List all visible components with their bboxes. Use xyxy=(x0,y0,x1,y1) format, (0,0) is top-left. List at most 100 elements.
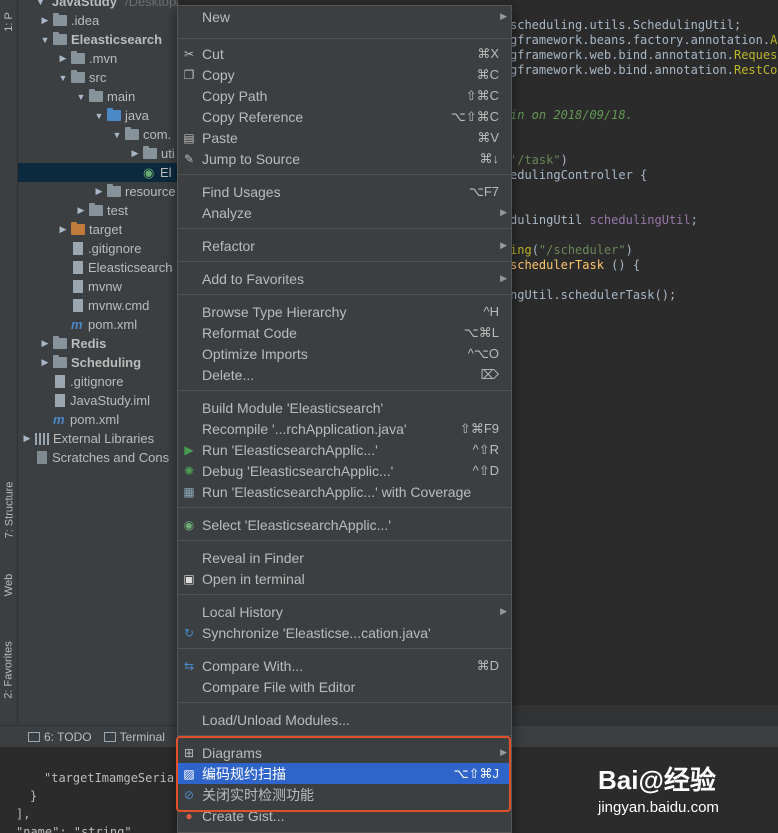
tree-row[interactable]: ▶ uti xyxy=(18,144,178,163)
tree-row[interactable]: ▼ com. xyxy=(18,125,178,144)
menu-item[interactable]: ▦ Run 'EleasticsearchApplic...' with Cove… xyxy=(178,481,511,502)
tree-row[interactable]: m pom.xml xyxy=(18,410,178,429)
tab-todo[interactable]: 6: TODO xyxy=(28,730,92,744)
tree-row[interactable]: ▼ java xyxy=(18,106,178,125)
collapse-arrow-icon[interactable]: ▼ xyxy=(36,0,45,7)
menu-item-shortcut: ⇧⌘F9 xyxy=(459,420,499,436)
expand-arrow-icon[interactable]: ▶ xyxy=(40,338,50,349)
tab-terminal[interactable]: Terminal xyxy=(103,730,165,744)
menu-item[interactable]: Copy Reference ⌥⇧⌘C xyxy=(178,106,511,127)
collapse-arrow-icon[interactable]: ▼ xyxy=(94,111,104,121)
tree-root-path: /Desktop/JavaStudy xyxy=(124,0,178,9)
collapse-arrow-icon[interactable]: ▼ xyxy=(112,130,122,140)
file-icon xyxy=(73,299,83,312)
tree-row[interactable]: mvnw xyxy=(18,277,178,296)
menu-item-label: Open in terminal xyxy=(202,570,305,587)
menu-item[interactable]: Browse Type Hierarchy ^H xyxy=(178,301,511,322)
expand-arrow-icon[interactable]: ▶ xyxy=(22,433,32,444)
tree-row[interactable]: ▶ target xyxy=(18,220,178,239)
expand-arrow-icon[interactable]: ▶ xyxy=(130,148,140,159)
tree-row[interactable]: ▶ External Libraries xyxy=(18,429,178,448)
menu-item-label: New xyxy=(202,8,231,25)
tree-row[interactable]: ▶ Scheduling xyxy=(18,353,178,372)
tree-row[interactable]: Scratches and Cons xyxy=(18,448,178,467)
menu-item[interactable]: Build Module 'Eleasticsearch' xyxy=(178,397,511,418)
tab-favorites[interactable]: 2: Favorites xyxy=(0,625,18,715)
menu-item[interactable]: ▶ Run 'EleasticsearchApplic...' ^⇧R xyxy=(178,439,511,460)
tree-row[interactable]: ▼ Eleasticsearch xyxy=(18,30,178,49)
tree-row[interactable]: ▶ test xyxy=(18,201,178,220)
tree-row[interactable]: ▶ Redis xyxy=(18,334,178,353)
menu-item[interactable]: ▨ 编码规约扫描 ⌥⇧⌘J xyxy=(178,763,511,784)
tree-row[interactable]: Eleasticsearch xyxy=(18,258,178,277)
tree-row[interactable]: m pom.xml xyxy=(18,315,178,334)
menu-item-shortcut: ⌥⇧⌘C xyxy=(450,108,499,124)
menu-item[interactable]: Recompile '...rchApplication.java' ⇧⌘F9 xyxy=(178,418,511,439)
menu-item-label: Synchronize 'Eleasticse...cation.java' xyxy=(202,624,431,641)
menu-item[interactable]: ↻ Synchronize 'Eleasticse...cation.java' xyxy=(178,622,511,643)
menu-separator xyxy=(178,594,511,595)
tree-row[interactable]: ▼ main xyxy=(18,87,178,106)
menu-item[interactable]: Refactor ▶ xyxy=(178,235,511,256)
tree-row-label: pom.xml xyxy=(70,412,120,427)
menu-item[interactable]: Reformat Code ⌥⌘L xyxy=(178,322,511,343)
baidu-watermark: Bai@经验 jingyan.baidu.com xyxy=(598,760,768,820)
tree-row[interactable]: ▶ .mvn xyxy=(18,49,178,68)
expand-arrow-icon[interactable]: ▶ xyxy=(40,357,50,368)
menu-item-label: Jump to Source xyxy=(202,150,301,167)
expand-arrow-icon[interactable]: ▶ xyxy=(58,224,68,235)
menu-item[interactable]: Delete... ⌦ xyxy=(178,364,511,385)
menu-item-shortcut: ^⌥O xyxy=(467,345,499,361)
menu-item[interactable]: ⊘ 关闭实时检测功能 xyxy=(178,784,511,805)
menu-item[interactable]: ● Create Gist... xyxy=(178,805,511,826)
tree-row[interactable]: ▼ src xyxy=(18,68,178,87)
collapse-arrow-icon[interactable]: ▼ xyxy=(58,73,68,83)
menu-item[interactable]: Find Usages ⌥F7 xyxy=(178,181,511,202)
menu-item-label: Refactor xyxy=(202,237,255,254)
tab-project[interactable]: 1: P xyxy=(0,2,18,42)
menu-item[interactable]: ✎ Jump to Source ⌘↓ xyxy=(178,148,511,169)
collapse-arrow-icon[interactable]: ▼ xyxy=(76,92,86,102)
menu-item[interactable]: ◉ Select 'EleasticsearchApplic...' xyxy=(178,514,511,535)
code-token: ; xyxy=(690,213,698,227)
tree-row[interactable]: ▶ resource xyxy=(18,182,178,201)
tree-row[interactable]: .gitignore xyxy=(18,239,178,258)
menu-item[interactable]: New ▶ xyxy=(178,6,511,27)
menu-item[interactable]: Optimize Imports ^⌥O xyxy=(178,343,511,364)
menu-item[interactable]: ✺ Debug 'EleasticsearchApplic...' ^⇧D xyxy=(178,460,511,481)
expand-arrow-icon[interactable]: ▶ xyxy=(58,53,68,64)
menu-item[interactable]: ▣ Open in terminal xyxy=(178,568,511,589)
expand-arrow-icon[interactable]: ▶ xyxy=(40,15,50,26)
menu-item[interactable]: Analyze ▶ xyxy=(178,202,511,223)
menu-item[interactable]: Compare File with Editor xyxy=(178,676,511,697)
folder-icon xyxy=(53,355,67,368)
menu-item[interactable]: Local History ▶ xyxy=(178,601,511,622)
menu-item[interactable]: Load/Unload Modules... xyxy=(178,709,511,730)
tree-row[interactable]: ◉ El xyxy=(18,163,178,182)
expand-arrow-icon[interactable]: ▶ xyxy=(76,205,86,216)
expand-arrow-icon[interactable]: ▶ xyxy=(94,186,104,197)
menu-item[interactable]: Copy Path ⇧⌘C xyxy=(178,85,511,106)
menu-item[interactable]: ❐ Copy ⌘C xyxy=(178,64,511,85)
tab-project-label: 1: P xyxy=(3,12,16,32)
tab-structure[interactable]: 7: Structure xyxy=(0,470,18,550)
menu-item[interactable]: ⊞ Diagrams ▶ xyxy=(178,742,511,763)
file-icon xyxy=(55,375,65,388)
code-token: ) xyxy=(625,243,633,257)
menu-item[interactable]: Add to Favorites ▶ xyxy=(178,268,511,289)
tree-row[interactable]: .gitignore xyxy=(18,372,178,391)
tree-row[interactable]: mvnw.cmd xyxy=(18,296,178,315)
menu-item[interactable]: ▤ Paste ⌘V xyxy=(178,127,511,148)
tree-row-label: main xyxy=(107,89,136,104)
menu-item[interactable]: Reveal in Finder xyxy=(178,547,511,568)
tree-row[interactable]: JavaStudy.iml xyxy=(18,391,178,410)
menu-item-shortcut: ⌘↓ xyxy=(479,150,500,166)
tab-favorites-label: 2: Favorites xyxy=(3,641,15,699)
tree-row[interactable]: ▶ .idea xyxy=(18,11,178,30)
tree-row-root[interactable]: ▼ JavaStudy /Desktop/JavaStudy xyxy=(18,0,178,11)
collapse-arrow-icon[interactable]: ▼ xyxy=(40,35,50,45)
menu-item-shortcut: ⌦ xyxy=(480,366,499,382)
tab-web[interactable]: Web xyxy=(0,565,18,605)
menu-item[interactable]: ✂ Cut ⌘X xyxy=(178,43,511,64)
menu-item[interactable]: ⇆ Compare With... ⌘D xyxy=(178,655,511,676)
